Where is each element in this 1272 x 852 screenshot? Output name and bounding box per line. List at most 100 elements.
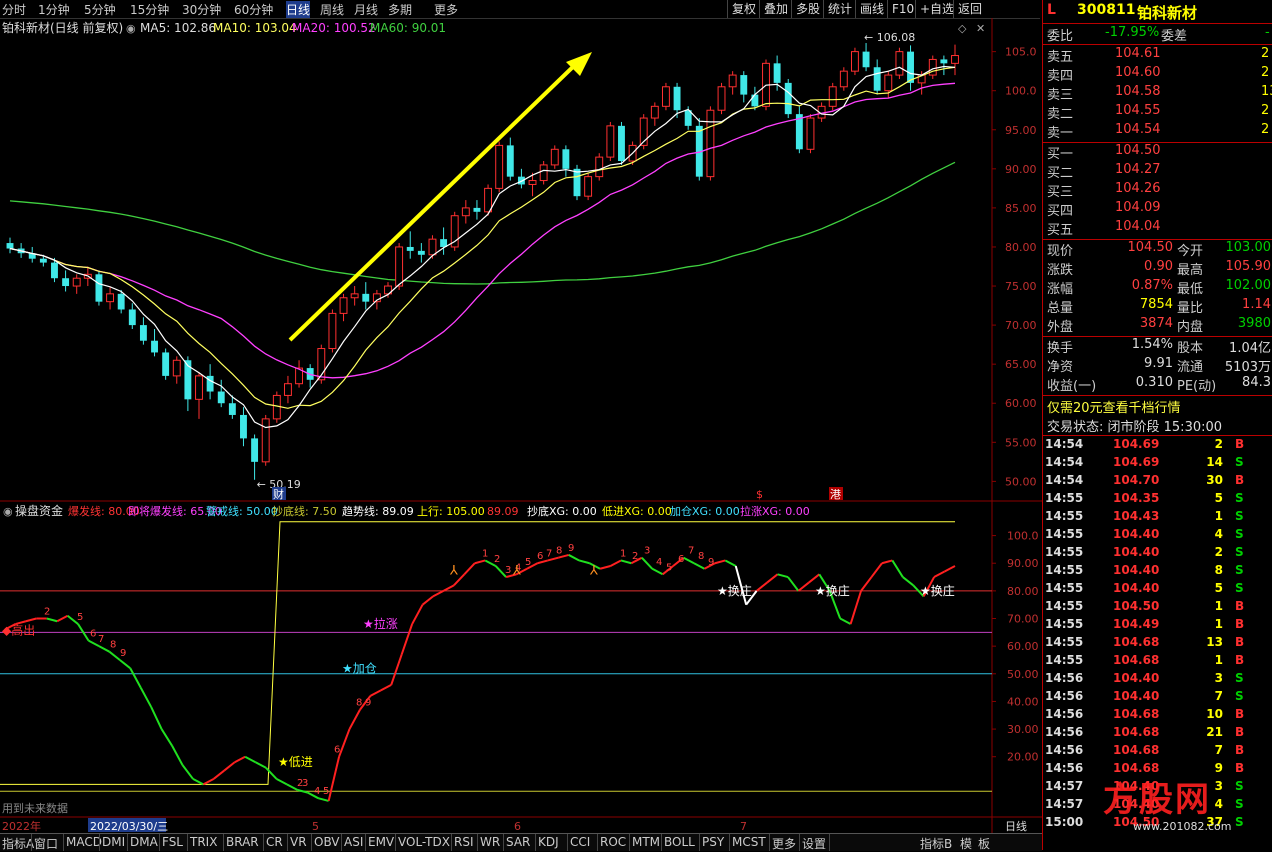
quote-panel: L 300811 铂科新材 委比 -17.95% 委差 - 卖五 104.61 2 卖四 104.60… bbox=[1042, 0, 1272, 850]
trend-segment bbox=[568, 554, 580, 562]
candle bbox=[62, 270, 70, 292]
kline-chart[interactable]: ◉ 操盘资金 爆发线: 80.00即将爆发线: 65.00警戒线: 50.00抄底线… bbox=[0, 0, 1042, 833]
indicator-tab-20[interactable]: MTM bbox=[632, 835, 660, 849]
indicator-tab-5[interactable]: FSL bbox=[162, 835, 183, 849]
candle-body bbox=[562, 149, 570, 169]
promo-text[interactable]: 仅需20元查看千档行情 bbox=[1047, 397, 1181, 416]
indicator-tab-6[interactable]: TRIX bbox=[190, 835, 217, 849]
candle bbox=[95, 270, 103, 306]
signal-huanzhuang-3: ★换庄 bbox=[920, 583, 955, 598]
tick-direction: B bbox=[1235, 473, 1245, 487]
candle-body bbox=[907, 51, 914, 83]
indicator-tab-21[interactable]: BOLL bbox=[664, 835, 695, 849]
date-axis-month: 6 bbox=[514, 820, 521, 833]
event-marker-gang-label: 港 bbox=[830, 488, 841, 501]
indicator-legend-item: 抄底XG: 0.00 bbox=[527, 504, 597, 518]
indicator-tab-25[interactable]: 设置 bbox=[802, 835, 826, 852]
tab-separator bbox=[127, 834, 128, 851]
buy-price: 104.09 bbox=[1115, 200, 1161, 215]
stat2-row-2: 收益(一) 0.310 PE(动) 84.3 bbox=[1043, 375, 1272, 394]
candle bbox=[562, 145, 570, 177]
tab-separator bbox=[287, 834, 288, 851]
main-legend: 铂科新材(日线 前复权) ◉ MA5: 102.86MA10: 103.04MA20… bbox=[2, 20, 446, 35]
tab-separator bbox=[63, 834, 64, 851]
indicator-tab-12[interactable]: EMV bbox=[368, 835, 394, 849]
indicator-tab-1[interactable]: 窗口 bbox=[34, 835, 58, 852]
indicator-tab-7[interactable]: BRAR bbox=[226, 835, 259, 849]
watermark-url: www.201082.com bbox=[1133, 820, 1232, 833]
indicator-tab-3[interactable]: DMI bbox=[102, 835, 125, 849]
tick-price: 104.68 bbox=[1113, 707, 1160, 721]
indicator-tab-22[interactable]: PSY bbox=[702, 835, 724, 849]
indicator-tab-18[interactable]: CCI bbox=[570, 835, 590, 849]
indicator-tab-15[interactable]: WR bbox=[480, 835, 500, 849]
stock-name: 铂科新材 bbox=[1137, 4, 1198, 22]
date-axis-year: 2022年 bbox=[2, 819, 41, 833]
candle bbox=[862, 43, 870, 72]
indicator-tab-16[interactable]: SAR bbox=[506, 835, 530, 849]
indicator-tab-24[interactable]: 更多 bbox=[772, 835, 796, 852]
signal-dijin: ★低进 bbox=[278, 755, 313, 769]
candle-body bbox=[128, 309, 136, 326]
stat-value: 7854 bbox=[1139, 297, 1173, 312]
signal-count: 8 bbox=[556, 546, 562, 557]
candle bbox=[406, 231, 414, 259]
candle bbox=[695, 118, 703, 181]
buy-price: 104.27 bbox=[1115, 162, 1161, 177]
candle-body bbox=[528, 180, 537, 185]
indicator-tab-19[interactable]: ROC bbox=[600, 835, 626, 849]
signal-count: 2 bbox=[44, 607, 50, 618]
tick-price: 104.35 bbox=[1113, 491, 1160, 505]
trend-segment bbox=[265, 767, 278, 780]
trend-segment bbox=[620, 559, 632, 565]
stat2-value: 84.3 bbox=[1242, 375, 1271, 390]
signal-count: 8 bbox=[110, 640, 116, 651]
signal-count: 1 bbox=[482, 548, 488, 559]
tab-separator bbox=[567, 834, 568, 851]
trend-segment bbox=[139, 687, 153, 708]
tick-direction: S bbox=[1235, 671, 1244, 685]
trend-segment bbox=[160, 728, 173, 747]
indicator-tab-0[interactable]: 指标A bbox=[2, 835, 34, 852]
candle-body bbox=[862, 51, 870, 68]
tab-separator bbox=[769, 834, 770, 851]
candle bbox=[928, 55, 937, 79]
quote-header: L 300811 铂科新材 bbox=[1043, 2, 1272, 22]
tab-separator bbox=[661, 834, 662, 851]
buy-price: 104.50 bbox=[1115, 143, 1161, 158]
stat-row-4: 外盘 3874 内盘 3980 bbox=[1043, 316, 1272, 335]
stat-value: 105.90 bbox=[1225, 259, 1272, 274]
promo-divider bbox=[1043, 395, 1272, 396]
bottom-right-tab-2[interactable]: 板 bbox=[978, 835, 990, 852]
signal-huanzhuang-2: ★换庄 bbox=[815, 583, 850, 598]
trend-segment bbox=[860, 576, 873, 592]
bottom-right-tab-0[interactable]: 指标B bbox=[920, 835, 952, 852]
tick-time: 14:55 bbox=[1045, 653, 1084, 667]
indicator-tab-4[interactable]: DMA bbox=[130, 835, 158, 849]
indicator-tab-11[interactable]: ASI bbox=[344, 835, 363, 849]
sell-level-3: 卖三 104.58 13 bbox=[1043, 84, 1272, 103]
tick-volume: 2 bbox=[1214, 437, 1223, 451]
indicator-tab-14[interactable]: RSI bbox=[454, 835, 474, 849]
indicator-tab-23[interactable]: MCST bbox=[732, 835, 766, 849]
candle bbox=[706, 106, 715, 181]
indicator-tab-2[interactable]: MACD bbox=[66, 835, 102, 849]
indicator-tab-13[interactable]: VOL-TDX bbox=[398, 835, 450, 849]
ticks-divider bbox=[1043, 435, 1272, 436]
buy-price: 104.04 bbox=[1115, 219, 1161, 234]
candle bbox=[440, 227, 448, 255]
candle bbox=[618, 121, 625, 165]
indicator-tab-9[interactable]: VR bbox=[290, 835, 307, 849]
price-axis-label: 70.00 bbox=[1005, 319, 1037, 332]
indicator-tab-8[interactable]: CR bbox=[266, 835, 283, 849]
candle-body bbox=[473, 207, 481, 212]
indicator-tab-10[interactable]: OBV bbox=[314, 835, 340, 849]
tick-volume: 5 bbox=[1214, 491, 1223, 505]
buy-label: 买四 bbox=[1047, 204, 1074, 219]
promo-banner[interactable]: 仅需20元查看千档行情 bbox=[1043, 397, 1272, 416]
trend-segment bbox=[891, 559, 904, 578]
indicator-tab-17[interactable]: KDJ bbox=[538, 835, 559, 849]
candle-body bbox=[217, 391, 225, 404]
bottom-right-tab-1[interactable]: 模 bbox=[960, 835, 972, 852]
tick-price: 104.68 bbox=[1113, 743, 1160, 757]
